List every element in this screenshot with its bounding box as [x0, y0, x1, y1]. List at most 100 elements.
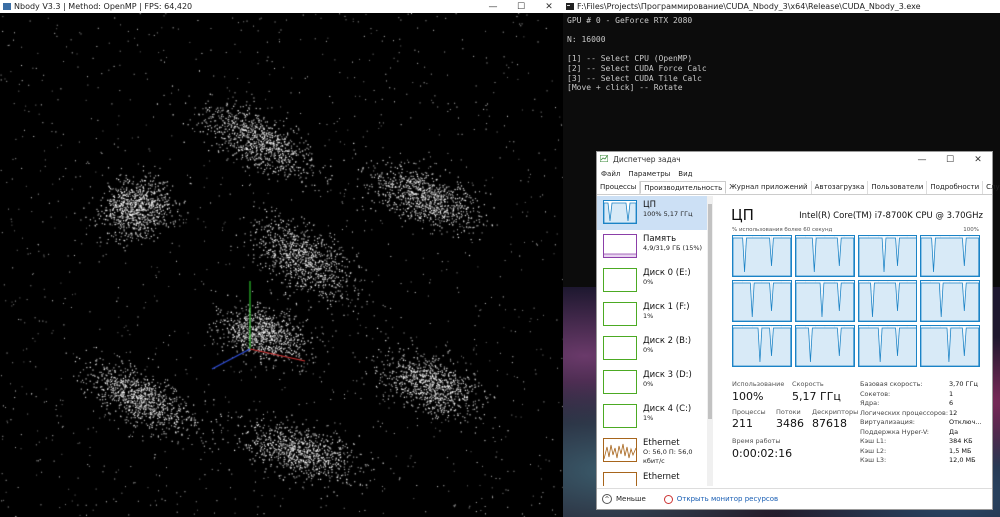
sidebar-item-detail: 0%: [643, 380, 654, 388]
sidebar-item-text: Ethernet: [643, 472, 680, 482]
sidebar-item-label: Диск 3 (D:): [643, 370, 692, 380]
tm-maximize-button[interactable]: ☐: [936, 152, 964, 167]
sidebar-item-text: Диск 3 (D:) 0%: [643, 370, 692, 389]
maximize-button[interactable]: ☐: [507, 0, 535, 13]
mem-thumbnail-graph: [603, 234, 637, 258]
tab-startup[interactable]: Автозагрузка: [812, 181, 869, 194]
uptime-value: 0:00:02:16: [732, 447, 793, 460]
logical-processor-graph: [732, 235, 792, 277]
cpu-heading: ЦП: [731, 206, 754, 224]
sidebar-item-detail: 4,9/31,9 ГБ (15%): [643, 244, 703, 252]
sidebar-item-disk[interactable]: Диск 3 (D:) 0%: [597, 366, 707, 400]
disk-thumbnail-graph: [603, 336, 637, 360]
nbody-window[interactable]: Nbody V3.3 | Method: OpenMP | FPS: 64,42…: [0, 0, 563, 517]
fewer-details-button[interactable]: ^ Меньше: [602, 494, 646, 504]
tm-titlebar[interactable]: Диспетчер задач — ☐ ✕: [597, 152, 992, 167]
spec-label: Кэш L3:: [860, 456, 887, 464]
logical-processor-graph: [857, 235, 918, 277]
chevron-up-icon: ^: [602, 494, 612, 504]
tab-details[interactable]: Подробности: [927, 181, 984, 194]
spec-label: Кэш L1:: [860, 437, 887, 445]
scrollbar-thumb[interactable]: [708, 204, 712, 419]
tab-performance[interactable]: Производительность: [640, 181, 727, 194]
console-line: [Move + click] -- Rotate: [567, 83, 683, 93]
handles-label: Дескрипторы: [812, 408, 859, 416]
processes-label: Процессы: [732, 408, 766, 416]
minimize-button[interactable]: —: [479, 0, 507, 13]
console-titlebar[interactable]: F:\Files\Projects\Программирование\CUDA_…: [563, 0, 1000, 13]
spec-value: 1: [949, 389, 954, 398]
sidebar-item-label: Диск 1 (F:): [643, 302, 690, 312]
task-manager-window[interactable]: Диспетчер задач — ☐ ✕ Файл Параметры Вид…: [596, 151, 1000, 510]
sidebar-scrollbar[interactable]: [707, 196, 713, 486]
spec-value: 1,5 МБ: [949, 446, 972, 455]
spec-label: Поддержка Hyper-V:: [860, 427, 929, 436]
sidebar-item-disk[interactable]: Диск 4 (C:) 1%: [597, 400, 707, 434]
console-line: N: 16000: [567, 35, 606, 45]
sidebar-item-label: Ethernet: [643, 438, 680, 448]
spec-value: 3,70 ГГц: [949, 380, 978, 388]
tab-services[interactable]: Службы: [983, 181, 1000, 194]
sidebar-item-text: Диск 1 (F:) 1%: [643, 302, 690, 321]
spec-label: Виртуализация:: [860, 418, 915, 426]
sidebar-item-mem[interactable]: Память 4,9/31,9 ГБ (15%): [597, 230, 707, 264]
tab-processes[interactable]: Процессы: [597, 181, 641, 194]
task-manager-icon: [600, 155, 608, 162]
sidebar-item-disk[interactable]: Диск 1 (F:) 1%: [597, 298, 707, 332]
usage-label: Использование: [732, 380, 785, 388]
tm-minimize-button[interactable]: —: [908, 152, 936, 167]
threads-value: 3486: [776, 417, 804, 430]
sidebar-item-detail: 1%: [643, 414, 654, 422]
menu-options[interactable]: Параметры: [628, 170, 670, 178]
sidebar-item-detail: О: 56,0 П: 56,0 кбит/с: [643, 448, 693, 465]
cpu-thumbnail-graph: [603, 200, 637, 224]
nbody-titlebar[interactable]: Nbody V3.3 | Method: OpenMP | FPS: 64,42…: [0, 0, 563, 13]
resource-monitor-link[interactable]: Открыть монитор ресурсов: [663, 494, 778, 504]
sidebar-item-label: Диск 0 (E:): [643, 268, 691, 278]
logical-processor-graph: [794, 280, 855, 322]
spec-value: 12,0 МБ: [949, 456, 976, 464]
logical-processor-graph: [857, 280, 918, 322]
spec-label: Кэш L2:: [860, 446, 887, 455]
sidebar-item-label: Диск 4 (C:): [643, 404, 692, 414]
sidebar-item-eth[interactable]: Ethernet: [597, 468, 707, 486]
speed-value: 5,17 ГГц: [792, 390, 841, 403]
eth-thumbnail-graph: [603, 438, 637, 462]
spec-value: 6: [949, 399, 954, 407]
tm-footer: ^ Меньше Открыть монитор ресурсов: [597, 488, 992, 509]
logical-processor-graph: [732, 325, 792, 367]
menu-file[interactable]: Файл: [601, 170, 620, 178]
sidebar-item-detail: 0%: [643, 346, 654, 354]
sidebar-item-disk[interactable]: Диск 0 (E:) 0%: [597, 264, 707, 298]
usage-value: 100%: [732, 390, 764, 403]
handles-value: 87618: [812, 417, 847, 430]
graph-max-label: 100%: [963, 227, 979, 233]
sidebar-item-eth[interactable]: Ethernet О: 56,0 П: 56,0 кбит/с: [597, 434, 707, 468]
nbody-simulation-canvas[interactable]: [0, 13, 563, 517]
tab-app-history[interactable]: Журнал приложений: [726, 181, 812, 194]
tab-bar: Процессы Производительность Журнал прило…: [597, 181, 1000, 195]
menu-bar: Файл Параметры Вид: [597, 168, 692, 180]
sidebar-item-detail: 100% 5,17 ГГц: [643, 210, 693, 218]
sidebar-item-text: Диск 0 (E:) 0%: [643, 268, 691, 287]
sidebar-item-cpu[interactable]: ЦП 100% 5,17 ГГц: [597, 196, 707, 230]
spec-label: Ядра:: [860, 399, 880, 407]
sidebar-item-label: ЦП: [643, 200, 656, 210]
spec-label: Базовая скорость:: [860, 380, 923, 388]
menu-view[interactable]: Вид: [678, 170, 692, 178]
tm-close-button[interactable]: ✕: [964, 152, 992, 167]
cpu-panel: ЦП Intel(R) Core(TM) i7-8700K CPU @ 3.70…: [727, 196, 983, 486]
disk-thumbnail-graph: [603, 268, 637, 292]
console-line: [2] -- Select CUDA Force Calc: [567, 63, 707, 73]
sidebar-item-text: Память 4,9/31,9 ГБ (15%): [643, 234, 702, 253]
window-title: Nbody V3.3 | Method: OpenMP | FPS: 64,42…: [14, 2, 193, 11]
processes-value: 211: [732, 417, 753, 430]
speed-label: Скорость: [792, 380, 824, 388]
tab-users[interactable]: Пользователи: [868, 181, 928, 194]
spec-value: 12: [949, 408, 958, 417]
close-button[interactable]: ✕: [535, 0, 563, 13]
sidebar-item-disk[interactable]: Диск 2 (B:) 0%: [597, 332, 707, 366]
logical-processor-graph: [920, 280, 980, 322]
